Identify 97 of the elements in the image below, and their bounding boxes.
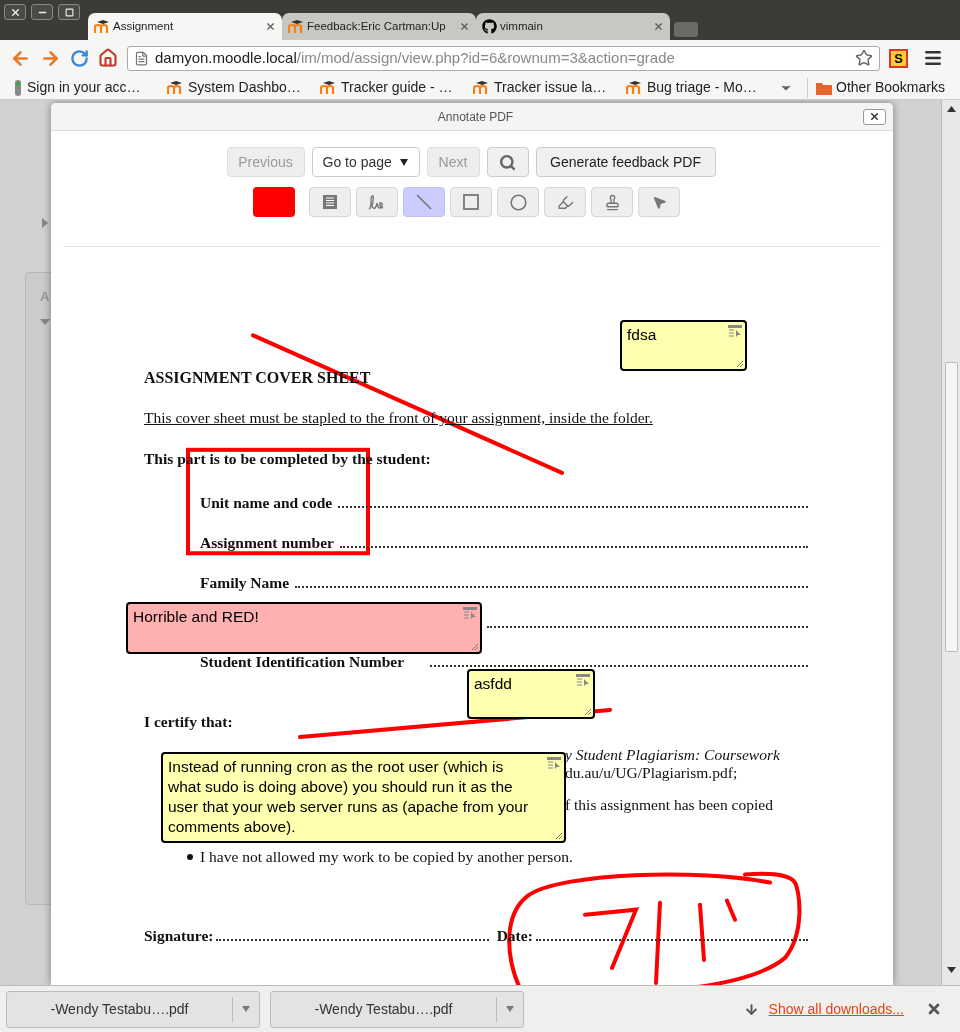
color-swatch[interactable] [253, 187, 295, 217]
close-icon [869, 111, 880, 122]
scroll-down-icon[interactable] [946, 967, 956, 973]
minimize-window-button[interactable] [31, 4, 53, 20]
tool-button[interactable] [497, 187, 539, 217]
rectangle-icon [463, 194, 479, 210]
browser-tab[interactable]: Feedback:Eric Cartman:Up [282, 13, 476, 40]
tool-button[interactable] [591, 187, 633, 217]
search-button[interactable] [486, 147, 529, 177]
comment-text: asfdd [474, 675, 512, 692]
close-window-button[interactable] [4, 4, 26, 20]
folder-icon [816, 80, 832, 95]
download-item[interactable]: -Wendy Testabu….pdf [6, 990, 260, 1028]
comment-note[interactable]: Horrible and RED! [126, 602, 482, 654]
comment-note[interactable]: asfdd [467, 669, 595, 719]
reload-icon[interactable] [70, 48, 89, 68]
browser-tab[interactable]: Assignment [88, 13, 282, 40]
comment-menu-icon[interactable] [576, 674, 590, 686]
bookmark-item[interactable]: Bug triage - Mo… [626, 77, 779, 98]
dropdown-icon [399, 158, 408, 166]
page-icon [134, 50, 149, 66]
maximize-window-button[interactable] [58, 4, 80, 20]
logo-icon [626, 80, 642, 95]
extension-icon[interactable]: S [889, 48, 908, 68]
page-select[interactable]: Go to page [311, 147, 420, 177]
comment-menu-icon[interactable] [728, 325, 742, 337]
comment-menu-icon[interactable] [547, 757, 561, 769]
pointer-icon [651, 194, 667, 210]
bookmark-item[interactable]: Tracker guide - … [320, 77, 473, 98]
maximize-icon [64, 7, 74, 17]
certify-title: I certify that: [144, 712, 233, 732]
field-label: Assignment number [200, 533, 334, 553]
close-tab-icon[interactable] [653, 21, 664, 32]
comment-menu-icon[interactable] [463, 607, 477, 619]
logo-icon [167, 80, 183, 95]
bookmark-page-icon [14, 79, 22, 96]
tool-button[interactable] [356, 187, 398, 217]
field-label: Student Identification Number [200, 652, 405, 672]
close-icon [9, 6, 21, 18]
signature-label: Signature: [144, 926, 214, 946]
tool-button[interactable] [450, 187, 492, 217]
field-label: Unit name and code [200, 493, 333, 513]
certify-text: du.au/u/UG/Plagiarism.pdf; [565, 764, 738, 782]
github-icon [482, 19, 497, 34]
comment-note[interactable]: fdsa [620, 320, 747, 371]
url-text: damyon.moodle.local/im/mod/assign/view.php?id=6&rownum=3&action=grade [155, 47, 676, 68]
other-bookmarks[interactable]: Other Bookmarks [816, 77, 945, 98]
resize-grip-icon[interactable] [584, 708, 592, 716]
close-icon[interactable] [926, 1001, 942, 1017]
logo-icon [94, 19, 110, 34]
tab-title: vimmain [500, 18, 544, 34]
download-item[interactable]: -Wendy Testabu….pdf [270, 990, 524, 1028]
dialog-title: Annotate PDF [436, 108, 515, 126]
resize-grip-icon[interactable] [736, 360, 744, 368]
star-icon[interactable] [855, 49, 873, 67]
field-label: Family Name [200, 573, 290, 593]
scrollbar[interactable] [941, 100, 960, 985]
bookmark-item[interactable]: Tracker issue la… [473, 77, 626, 98]
bullet-text: I have not allowed my work to be copied by another person. [200, 847, 573, 867]
logo-icon [320, 80, 336, 95]
resize-grip-icon[interactable] [555, 832, 563, 840]
show-all-downloads-link[interactable]: Show all downloads... [768, 998, 904, 1020]
bookmark-item[interactable]: Sign in your acc… [14, 77, 167, 98]
expand-caret-icon [42, 218, 48, 228]
close-tab-icon[interactable] [459, 21, 470, 32]
highlighter-icon [556, 193, 574, 211]
bookmark-item[interactable]: System Dashbo… [167, 77, 320, 98]
comment-text: Instead of running cron as the root user (which is what sudo is doing above) you should run it as the user that your web server runs as (apache from your comments above). [168, 758, 529, 835]
comment-note[interactable]: Instead of running cron as the root user (which is what sudo is doing above) you should run it as the user that your web server runs as (apache from your comments above). [161, 752, 566, 843]
close-button[interactable] [863, 108, 886, 125]
tool-button[interactable] [638, 187, 680, 217]
menu-icon[interactable] [923, 48, 943, 68]
browser-tab[interactable]: vimmain [476, 13, 670, 40]
certify-text: f this assignment has been copied [565, 796, 773, 814]
download-icon [743, 1001, 759, 1017]
search-icon [499, 153, 516, 171]
tab-title: Feedback:Eric Cartman:Up [307, 18, 447, 34]
tab-title: Assignment [113, 18, 175, 34]
pen-squiggle-icon [368, 194, 386, 210]
line-icon [416, 194, 432, 210]
generate-pdf-button[interactable]: Generate feedback PDF [535, 147, 716, 177]
collapse-caret-icon [40, 318, 50, 325]
comment-text: Horrible and RED! [133, 608, 259, 625]
comment-icon [322, 194, 338, 210]
resize-grip-icon[interactable] [471, 643, 479, 651]
scroll-up-icon[interactable] [946, 106, 956, 112]
comment-text: fdsa [627, 326, 657, 343]
tool-button[interactable] [309, 187, 351, 217]
scroll-thumb[interactable] [944, 362, 958, 652]
close-tab-icon[interactable] [265, 21, 276, 32]
logo-icon [288, 19, 304, 34]
logo-icon [473, 80, 489, 95]
oval-icon [509, 193, 527, 211]
stamp-icon [603, 193, 621, 211]
tool-button[interactable] [544, 187, 586, 217]
address-bar[interactable]: damyon.moodle.local/im/mod/assign/view.php?id=6&rownum=3&action=grade [127, 45, 880, 71]
home-icon[interactable] [98, 48, 118, 68]
